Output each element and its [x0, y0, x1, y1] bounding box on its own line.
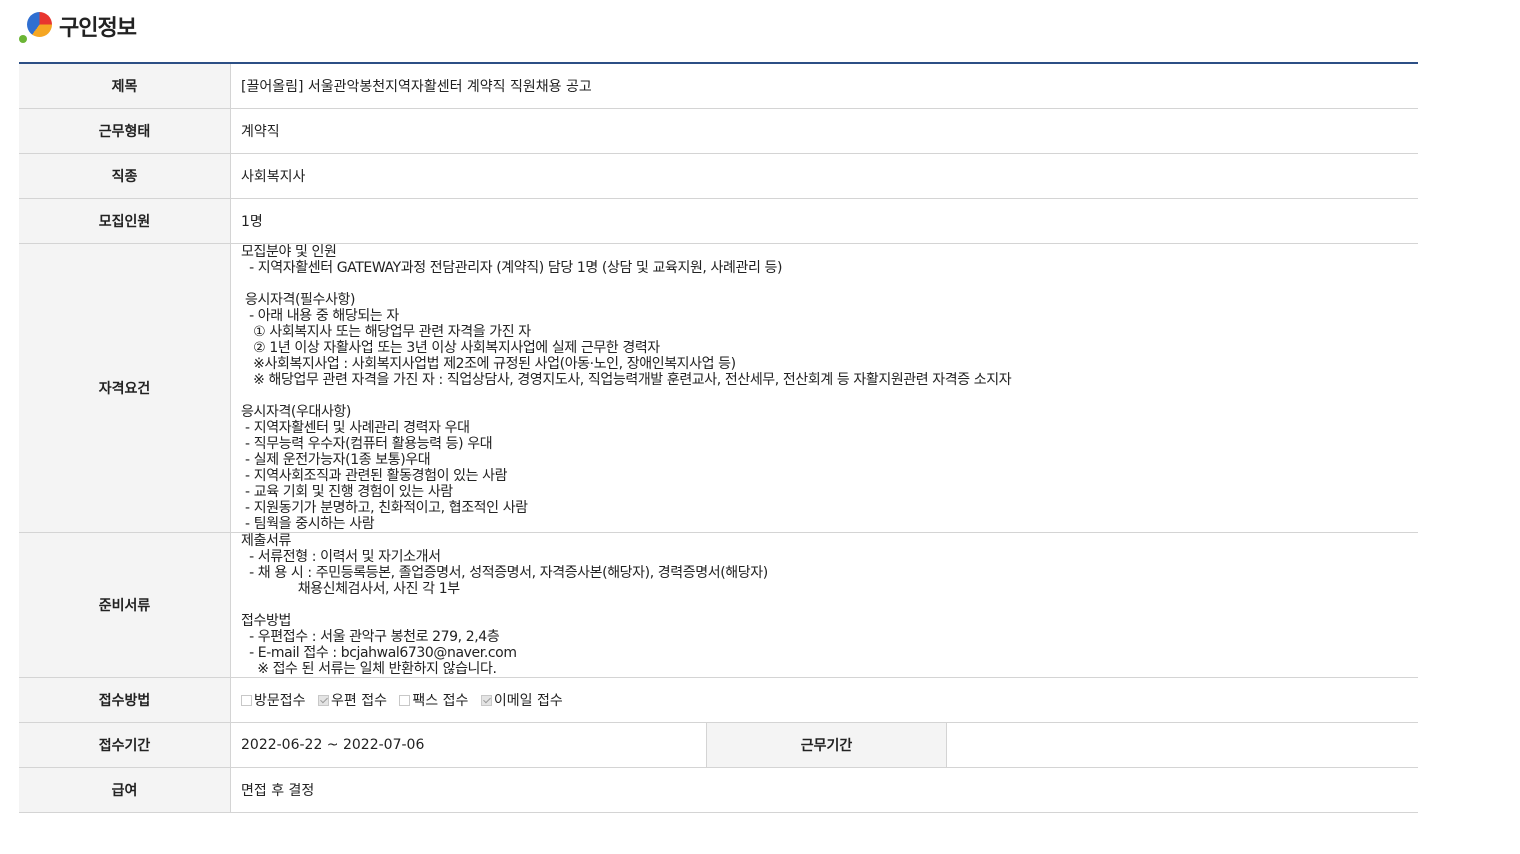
table-row-documents: 준비서류 제출서류 - 서류전형 : 이력서 및 자기소개서 - 채 용 시 :…: [19, 532, 1418, 678]
table-row-method: 접수방법 방문접수 우편 접수 팩스 접수 이메일 접수: [19, 677, 1418, 723]
table-row-salary: 급여 면접 후 결정: [19, 767, 1418, 813]
row-label: 자격요건: [19, 243, 231, 533]
employment-type-value: 계약직: [230, 108, 1418, 154]
work-period-value: [946, 722, 1418, 768]
section-title: 구인정보: [59, 16, 137, 41]
application-period-value: 2022-06-22 ~ 2022-07-06: [230, 722, 707, 768]
checkbox-fax[interactable]: 팩스 접수: [399, 690, 468, 710]
job-title-value: [끌어올림] 서울관악봉천지역자활센터 계약직 직원채용 공고: [230, 63, 1418, 109]
table-row-job-category: 직종 사회복지사: [19, 153, 1418, 199]
checkbox-label: 이메일 접수: [493, 693, 563, 709]
checkbox-email[interactable]: 이메일 접수: [480, 690, 563, 710]
row-label: 모집인원: [19, 198, 231, 244]
row-label: 근무형태: [19, 108, 231, 154]
row-label: 준비서류: [19, 532, 231, 678]
salary-value: 면접 후 결정: [230, 767, 1418, 813]
checkbox-mail-box[interactable]: [317, 694, 329, 706]
table-row-qualifications: 자격요건 모집분야 및 인원 - 지역자활센터 GATEWAY과정 전담관리자 …: [19, 243, 1418, 533]
qualifications-value: 모집분야 및 인원 - 지역자활센터 GATEWAY과정 전담관리자 (계약직)…: [230, 243, 1418, 533]
checkbox-label: 팩스 접수: [412, 693, 469, 709]
job-info-table: 제목 [끌어올림] 서울관악봉천지역자활센터 계약직 직원채용 공고 근무형태 …: [19, 62, 1418, 813]
checkbox-label: 방문접수: [254, 693, 306, 709]
checkbox-visit[interactable]: 방문접수: [241, 690, 306, 710]
checkbox-mail[interactable]: 우편 접수: [317, 690, 387, 710]
headcount-value: 1명: [230, 198, 1418, 244]
row-label: 접수방법: [19, 677, 231, 723]
table-row-title: 제목 [끌어올림] 서울관악봉천지역자활센터 계약직 직원채용 공고: [19, 63, 1418, 109]
row-label: 제목: [19, 63, 231, 109]
table-row-headcount: 모집인원 1명: [19, 198, 1418, 244]
row-label: 직종: [19, 153, 231, 199]
row-label: 접수기간: [19, 722, 231, 768]
logo-icon: [19, 8, 53, 44]
job-category-value: 사회복지사: [230, 153, 1418, 199]
method-options: 방문접수 우편 접수 팩스 접수 이메일 접수: [230, 677, 1418, 723]
table-row-employment-type: 근무형태 계약직: [19, 108, 1418, 154]
checkbox-fax-box[interactable]: [399, 694, 411, 706]
work-period-label: 근무기간: [706, 722, 947, 768]
section-header: 구인정보: [19, 6, 137, 46]
checkbox-email-box[interactable]: [480, 694, 492, 706]
documents-value: 제출서류 - 서류전형 : 이력서 및 자기소개서 - 채 용 시 : 주민등록…: [230, 532, 1418, 678]
checkbox-label: 우편 접수: [330, 693, 387, 709]
row-label: 급여: [19, 767, 231, 813]
table-row-period: 접수기간 2022-06-22 ~ 2022-07-06 근무기간: [19, 722, 1418, 768]
checkbox-visit-box[interactable]: [241, 694, 252, 706]
